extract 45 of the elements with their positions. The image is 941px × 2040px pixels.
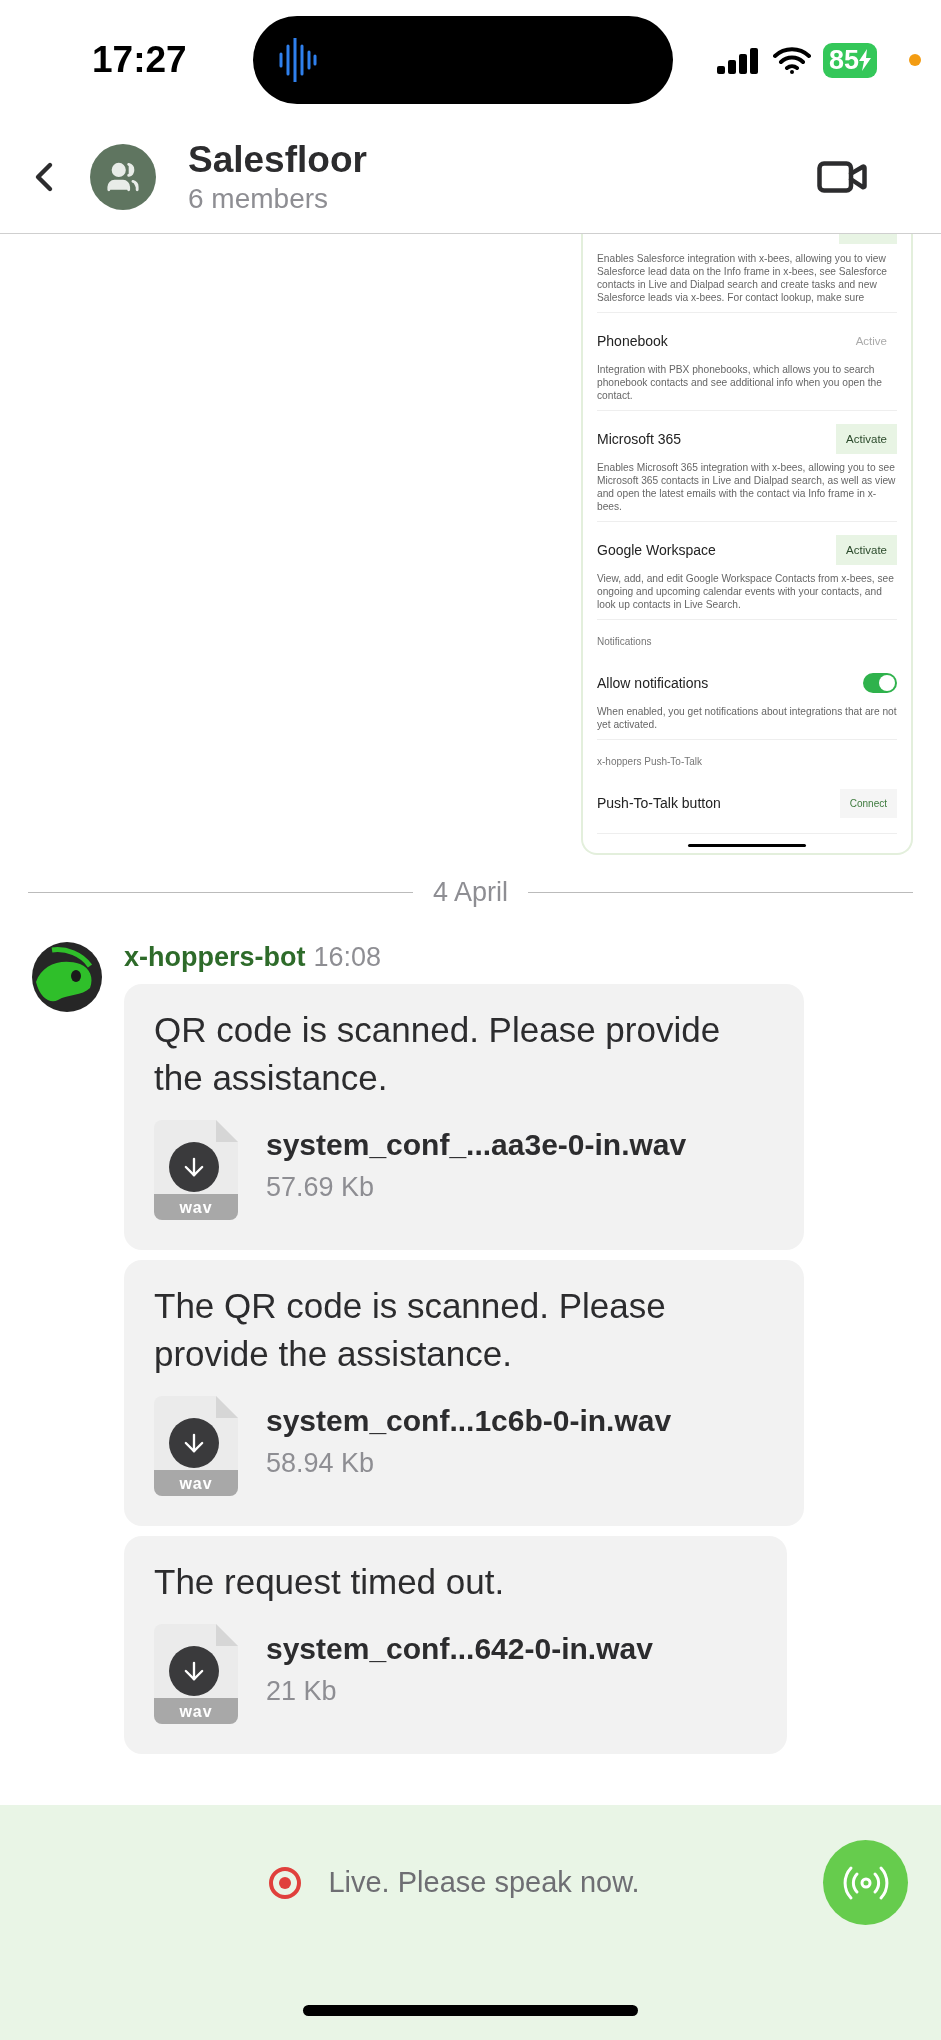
bot-avatar: [32, 942, 102, 1012]
live-status-text: Live. Please speak now.: [328, 1866, 640, 1899]
file-type-label: wav: [178, 1199, 214, 1217]
file-name[interactable]: system_conf_...aa3e-0-in.wav: [266, 1128, 687, 1162]
activate-button[interactable]: Activate: [836, 424, 897, 454]
file-size: 57.69 Kb: [266, 1172, 376, 1203]
status-label: Active: [855, 335, 888, 347]
message-text: QR code is scanned. Please provide the assistance.: [154, 1009, 722, 1099]
file-type-label: wav: [178, 1703, 214, 1721]
toggle-switch[interactable]: [863, 673, 897, 693]
chat-title: Salesfloor: [188, 138, 367, 181]
integration-title: Phonebook: [597, 333, 668, 349]
section-label: Notifications: [597, 635, 653, 649]
signal-icon: [716, 46, 761, 74]
message-text: The QR code is scanned. Please provide the assistance.: [154, 1285, 667, 1375]
setting-description: Integration with PBX phonebooks, which allows you to search phonebook contacts and see additional info when you open the contact.: [597, 363, 883, 402]
activate-button[interactable]: Activate: [836, 535, 897, 565]
file-size: 58.94 Kb: [266, 1448, 376, 1479]
setting-description: Enables Microsoft 365 integration with x-bees, allowing you to see Microsoft 365 contacts in Live and Dialpad search, as well as view and open the latest emails with the contact via Info frame in x-bees.: [597, 461, 897, 513]
privacy-dot: [909, 54, 921, 66]
message-time: 16:08: [313, 942, 382, 973]
broadcast-icon: [841, 1864, 890, 1901]
date-divider: 4 April: [433, 877, 509, 908]
integration-title: Push-To-Talk button: [597, 795, 721, 811]
audio-wave-icon: [279, 38, 317, 82]
status-time: 17:27: [92, 39, 188, 81]
integration-title: Google Workspace: [597, 542, 716, 558]
setting-description: Enables Salesforce integration with x-bees, allowing you to view Salesforce lead data on the Info frame in x-bees, see Salesforce contacts in Live and Dialpad search and create tasks and new Salesforce leads via x-bees. For contact lookup, make sure: [597, 252, 888, 304]
message-text: The request timed out.: [154, 1561, 506, 1603]
setting-description: When enabled, you get notifications about integrations that are not yet activated.: [597, 705, 897, 731]
setting-title: Allow notifications: [597, 675, 709, 691]
file-name[interactable]: system_conf...1c6b-0-in.wav: [266, 1404, 672, 1438]
file-name[interactable]: system_conf...642-0-in.wav: [266, 1632, 653, 1666]
section-label: x-hoppers Push-To-Talk: [597, 755, 704, 769]
file-size: 21 Kb: [266, 1676, 338, 1707]
wifi-icon: [772, 46, 811, 74]
member-count: 6 members: [188, 182, 330, 215]
connect-button[interactable]: Connect: [839, 788, 897, 818]
integration-title: Microsoft 365: [597, 431, 682, 447]
sender-name: x-hoppers-bot: [124, 942, 306, 973]
battery-level: 85: [822, 42, 877, 78]
record-icon: [268, 1865, 303, 1900]
file-type-label: wav: [178, 1475, 214, 1493]
charging-bolt-icon: [859, 49, 871, 71]
setting-description: View, add, and edit Google Workspace Contacts from x-bees, see ongoing and upcoming calendar events with your contacts, and look up contacts in Live Search.: [597, 572, 895, 611]
